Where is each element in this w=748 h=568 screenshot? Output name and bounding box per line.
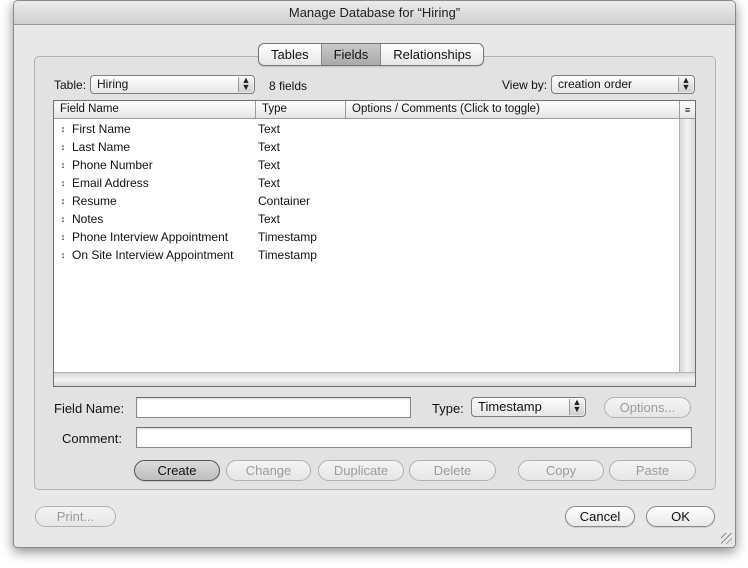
row-handle-icon[interactable]: ↕ [54,246,72,264]
tab-bar: Tables Fields Relationships [258,43,485,66]
row-handle-icon[interactable]: ↕ [54,192,72,210]
field-rows: ↕ First Name Text ↕ Last Name Text ↕ Pho… [54,120,679,264]
field-name-input[interactable] [136,397,411,418]
table-popup-value: Hiring [97,77,129,91]
field-name-label: Field Name: [54,401,125,416]
field-name-cell: First Name [72,122,131,136]
options-button[interactable]: Options... [604,397,691,418]
column-header-type[interactable]: Type [256,101,346,119]
window-title: Manage Database for “Hiring” [14,1,735,25]
row-handle-icon[interactable]: ↕ [54,228,72,246]
table-row[interactable]: ↕ Notes Text [54,210,679,228]
field-type-cell: Text [258,140,281,154]
field-type-cell: Text [258,212,281,226]
cancel-button[interactable]: Cancel [565,506,635,527]
row-handle-icon[interactable]: ↕ [54,138,72,156]
row-handle-icon[interactable]: ↕ [54,156,72,174]
table-row[interactable]: ↕ Last Name Text [54,138,679,156]
resize-grip-icon[interactable] [721,533,732,544]
column-header-field-name[interactable]: Field Name [54,101,256,119]
table-row[interactable]: ↕ Email Address Text [54,174,679,192]
delete-button[interactable]: Delete [409,460,496,481]
ok-button[interactable]: OK [646,506,715,527]
row-handle-icon[interactable]: ↕ [54,120,72,138]
view-by-label: View by: [502,78,548,92]
field-type-cell: Text [258,176,281,190]
table-label: Table: [54,78,87,92]
popup-arrows-icon: ▲ ▼ [238,76,253,92]
popup-arrows-icon: ▲ ▼ [678,76,693,92]
column-header-options[interactable]: Options / Comments (Click to toggle) [346,101,679,119]
table-row[interactable]: ↕ Resume Container [54,192,679,210]
table-row[interactable]: ↕ Phone Interview Appointment Timestamp [54,228,679,246]
tab-fields[interactable]: Fields [321,44,382,65]
vertical-scrollbar[interactable] [679,119,695,372]
field-name-cell: Email Address [72,176,149,190]
sort-order-icon[interactable]: ≡ [679,101,695,119]
field-name-cell: Phone Number [72,158,153,172]
create-button[interactable]: Create [134,460,220,481]
paste-button[interactable]: Paste [609,460,696,481]
field-name-cell: Last Name [72,140,131,154]
type-label: Type: [432,401,464,416]
comment-input[interactable] [136,427,692,448]
fields-table[interactable]: Field Name Type Options / Comments (Clic… [53,100,696,387]
view-by-popup[interactable]: creation order ▲ ▼ [551,75,695,94]
field-type-cell: Text [258,158,281,172]
table-popup[interactable]: Hiring ▲ ▼ [90,75,255,94]
table-row[interactable]: ↕ First Name Text [54,120,679,138]
field-name-cell: Resume [72,194,117,208]
field-type-cell: Timestamp [258,230,317,244]
comment-label: Comment: [62,431,122,446]
field-name-cell: Notes [72,212,104,226]
manage-database-dialog: Manage Database for “Hiring” Tables Fiel… [13,0,736,548]
field-type-cell: Timestamp [258,248,317,262]
copy-button[interactable]: Copy [518,460,604,481]
popup-arrows-icon: ▲ ▼ [569,398,584,415]
row-handle-icon[interactable]: ↕ [54,210,72,228]
field-type-cell: Text [258,122,281,136]
horizontal-scrollbar[interactable] [54,372,695,386]
change-button[interactable]: Change [226,460,311,481]
tab-relationships[interactable]: Relationships [381,44,483,65]
row-handle-icon[interactable]: ↕ [54,174,72,192]
field-name-cell: On Site Interview Appointment [72,248,234,262]
table-header: Field Name Type Options / Comments (Clic… [54,101,679,119]
tab-tables[interactable]: Tables [259,44,322,65]
table-row[interactable]: ↕ On Site Interview Appointment Timestam… [54,246,679,264]
duplicate-button[interactable]: Duplicate [318,460,404,481]
print-button[interactable]: Print... [35,506,116,527]
field-count: 8 fields [269,79,308,93]
type-popup[interactable]: Timestamp ▲ ▼ [471,397,586,417]
view-by-value: creation order [558,77,633,91]
field-type-cell: Container [258,194,311,208]
field-name-cell: Phone Interview Appointment [72,230,229,244]
type-popup-value: Timestamp [478,399,542,414]
table-row[interactable]: ↕ Phone Number Text [54,156,679,174]
